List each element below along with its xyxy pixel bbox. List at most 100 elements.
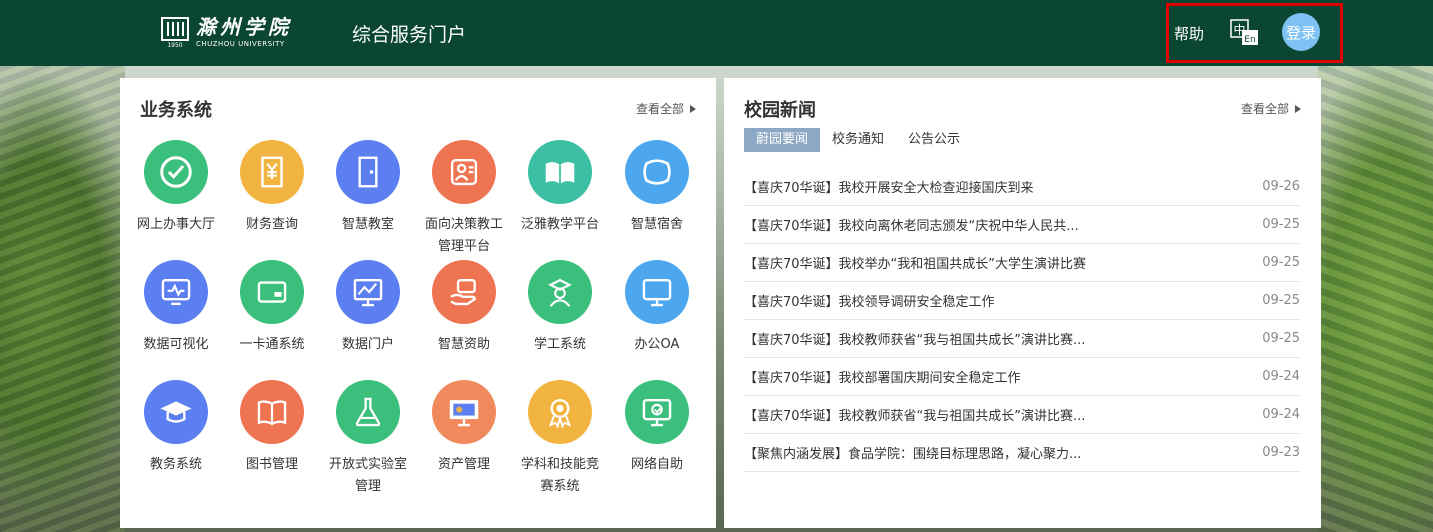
app-icon-circle[interactable] <box>336 380 400 444</box>
app-label[interactable]: 智慧宿舍 <box>617 214 697 236</box>
app-tile[interactable]: 开放式实验室管理 <box>328 380 408 498</box>
app-label[interactable]: 财务查询 <box>232 214 312 236</box>
app-tile[interactable]: 智慧教室 <box>328 140 408 236</box>
app-tile[interactable]: 图书管理 <box>232 380 312 476</box>
news-title[interactable]: 【喜庆70华诞】我校教师获省“我与祖国共成长”演讲比赛... <box>744 405 1085 424</box>
business-system-panel: 业务系统 查看全部 网上办事大厅 财务查询 智慧教室 面向决策教工管理平台 泛雅教学平台… <box>120 78 716 528</box>
news-date: 09-24 <box>1262 407 1300 422</box>
card-icon <box>257 281 287 303</box>
news-item[interactable]: 【喜庆70华诞】我校教师获省“我与祖国共成长”演讲比赛... 09-25 <box>744 320 1300 358</box>
app-tile[interactable]: 智慧宿舍 <box>617 140 697 236</box>
app-icon-circle[interactable] <box>336 260 400 324</box>
app-label[interactable]: 学工系统 <box>520 334 600 356</box>
arrow-right-icon <box>1295 104 1301 113</box>
app-icon-circle[interactable] <box>144 260 208 324</box>
app-tile[interactable]: 数据可视化 <box>136 260 216 356</box>
asset-monitor-icon <box>449 400 479 427</box>
app-tile[interactable]: 数据门户 <box>328 260 408 356</box>
app-icon-circle[interactable] <box>528 260 592 324</box>
app-label[interactable]: 网络自助 <box>617 454 697 476</box>
person-card-icon <box>450 158 478 186</box>
news-title[interactable]: 【聚焦内涵发展】食品学院：围绕目标理思路，凝心聚力... <box>744 443 1081 462</box>
app-label[interactable]: 智慧教室 <box>328 214 408 236</box>
app-label[interactable]: 数据可视化 <box>136 334 216 356</box>
app-icon-circle[interactable] <box>432 380 496 444</box>
hand-card-icon <box>450 278 476 306</box>
app-tile[interactable]: 财务查询 <box>232 140 312 236</box>
app-tile[interactable]: 学工系统 <box>520 260 600 356</box>
news-title[interactable]: 【喜庆70华诞】我校开展安全大检查迎接国庆到来 <box>744 177 1034 196</box>
app-label[interactable]: 一卡通系统 <box>232 334 312 356</box>
university-logo[interactable]: 1950 滁州学院 CHUZHOU UNIVERSITY <box>160 14 292 50</box>
mortarboard-icon <box>160 401 192 423</box>
pulse-monitor-icon <box>161 278 191 306</box>
tab-announcements[interactable]: 公告公示 <box>896 128 972 152</box>
app-label[interactable]: 泛雅教学平台 <box>520 214 600 236</box>
app-tile[interactable]: 网络自助 <box>617 380 697 476</box>
app-icon-circle[interactable] <box>240 140 304 204</box>
news-title[interactable]: 【喜庆70华诞】我校领导调研安全稳定工作 <box>744 291 995 310</box>
app-label[interactable]: 资产管理 <box>424 454 504 476</box>
tab-campus-headlines[interactable]: 蔚园要闻 <box>744 128 821 152</box>
business-panel-title: 业务系统 <box>140 100 212 121</box>
app-tile[interactable]: 一卡通系统 <box>232 260 312 356</box>
logo-chinese-name: 滁州学院 <box>196 14 292 39</box>
news-item[interactable]: 【喜庆70华诞】我校开展安全大检查迎接国庆到来 09-26 <box>744 168 1300 206</box>
app-icon-circle[interactable] <box>144 380 208 444</box>
help-link[interactable]: 帮助 <box>1174 23 1204 44</box>
check-circle-icon <box>160 156 192 188</box>
news-title[interactable]: 【喜庆70华诞】我校教师获省“我与祖国共成长”演讲比赛... <box>744 329 1085 348</box>
app-tile[interactable]: 智慧资助 <box>424 260 504 356</box>
app-icon-circle[interactable] <box>432 140 496 204</box>
book-icon <box>257 400 287 426</box>
app-tile[interactable]: 面向决策教工管理平台 <box>424 140 504 258</box>
background-foliage-right <box>1318 66 1433 532</box>
language-icon-en: En <box>1244 35 1255 45</box>
app-icon-circle[interactable] <box>432 260 496 324</box>
news-date: 09-25 <box>1262 217 1300 232</box>
monitor-icon <box>642 278 672 307</box>
app-label[interactable]: 网上办事大厅 <box>136 214 216 236</box>
app-label[interactable]: 办公OA <box>617 334 697 356</box>
login-button[interactable]: 登录 <box>1282 13 1320 51</box>
news-view-all-link[interactable]: 查看全部 <box>1241 100 1301 117</box>
app-tile[interactable]: 网上办事大厅 <box>136 140 216 236</box>
language-switch-icon[interactable]: 中 En <box>1230 19 1260 47</box>
app-label[interactable]: 智慧资助 <box>424 334 504 356</box>
app-label[interactable]: 面向决策教工管理平台 <box>424 214 504 258</box>
news-date: 09-23 <box>1262 445 1300 460</box>
app-icon-circle[interactable] <box>240 380 304 444</box>
news-title[interactable]: 【喜庆70华诞】我校向离休老同志颁发“庆祝中华人民共... <box>744 215 1079 234</box>
news-item[interactable]: 【喜庆70华诞】我校举办“我和祖国共成长”大学生演讲比赛 09-25 <box>744 244 1300 282</box>
news-item[interactable]: 【喜庆70华诞】我校领导调研安全稳定工作 09-25 <box>744 282 1300 320</box>
app-tile[interactable]: 资产管理 <box>424 380 504 476</box>
app-tile[interactable]: 泛雅教学平台 <box>520 140 600 236</box>
news-title[interactable]: 【喜庆70华诞】我校部署国庆期间安全稳定工作 <box>744 367 1021 386</box>
app-icon-circle[interactable] <box>625 260 689 324</box>
app-icon-circle[interactable] <box>528 140 592 204</box>
app-tile[interactable]: 教务系统 <box>136 380 216 476</box>
app-icon-circle[interactable] <box>625 140 689 204</box>
app-label[interactable]: 学科和技能竞赛系统 <box>520 454 600 498</box>
app-icon-circle[interactable] <box>625 380 689 444</box>
news-item[interactable]: 【喜庆70华诞】我校向离休老同志颁发“庆祝中华人民共... 09-25 <box>744 206 1300 244</box>
app-tile[interactable]: 学科和技能竞赛系统 <box>520 380 600 498</box>
app-icon-circle[interactable] <box>336 140 400 204</box>
news-item[interactable]: 【聚焦内涵发展】食品学院：围绕目标理思路，凝心聚力... 09-23 <box>744 434 1300 472</box>
app-label[interactable]: 教务系统 <box>136 454 216 476</box>
app-label[interactable]: 开放式实验室管理 <box>328 454 408 498</box>
app-tile[interactable]: 办公OA <box>617 260 697 356</box>
app-label[interactable]: 数据门户 <box>328 334 408 356</box>
news-item[interactable]: 【喜庆70华诞】我校教师获省“我与祖国共成长”演讲比赛... 09-24 <box>744 396 1300 434</box>
business-view-all-link[interactable]: 查看全部 <box>636 100 696 117</box>
view-all-label: 查看全部 <box>1240 102 1289 116</box>
app-icon-circle[interactable] <box>144 140 208 204</box>
app-label[interactable]: 图书管理 <box>232 454 312 476</box>
tab-school-notices[interactable]: 校务通知 <box>820 128 896 152</box>
news-title[interactable]: 【喜庆70华诞】我校举办“我和祖国共成长”大学生演讲比赛 <box>744 253 1086 272</box>
view-all-label: 查看全部 <box>635 102 684 116</box>
app-icon-circle[interactable] <box>528 380 592 444</box>
app-icon-circle[interactable] <box>240 260 304 324</box>
campus-news-panel: 校园新闻 查看全部 蔚园要闻 校务通知 公告公示 【喜庆70华诞】我校开展安全大… <box>724 78 1321 528</box>
news-item[interactable]: 【喜庆70华诞】我校部署国庆期间安全稳定工作 09-24 <box>744 358 1300 396</box>
